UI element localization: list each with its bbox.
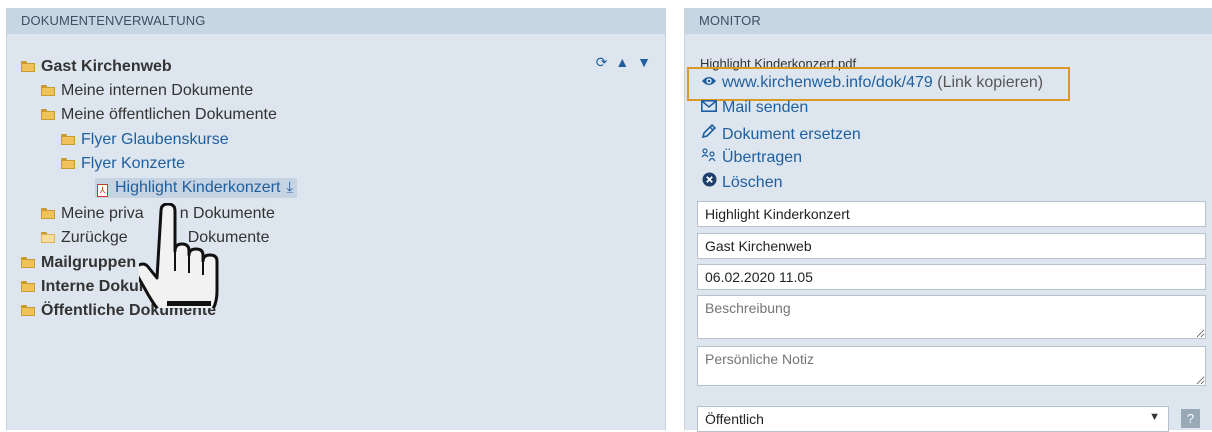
envelope-icon: [700, 99, 718, 117]
hand-pointer-icon: [139, 203, 219, 308]
download-icon[interactable]: ⤓: [286, 179, 293, 196]
move-down-icon[interactable]: ▼: [637, 54, 651, 70]
pdf-file-icon: ⅄: [97, 184, 108, 197]
panel-title: DOKUMENTENVERWALTUNG: [7, 8, 665, 34]
chevron-down-icon: ▼: [1149, 411, 1160, 423]
visibility-select[interactable]: Öffentlich ▼: [697, 406, 1169, 432]
monitor-panel: MONITOR Highlight Kinderkonzert.pdf www.…: [684, 8, 1212, 432]
folder-icon: [61, 134, 75, 145]
tree-item-flyer-glaubenskurse[interactable]: Flyer Glaubenskurse: [61, 131, 229, 149]
tree-item-public[interactable]: Meine öffentlichen Dokumente: [41, 106, 277, 124]
folder-icon: [21, 281, 35, 292]
folder-icon: [21, 61, 35, 72]
document-link[interactable]: www.kirchenweb.info/dok/479: [722, 74, 933, 91]
date-field[interactable]: [697, 264, 1206, 290]
mail-send-action[interactable]: Mail senden: [700, 99, 808, 117]
folder-icon: [21, 257, 35, 268]
delete-circle-icon: [700, 172, 718, 192]
replace-document-action[interactable]: Dokument ersetzen: [700, 123, 861, 144]
folder-icon: [41, 85, 55, 96]
eye-icon: [700, 74, 718, 92]
refresh-icon[interactable]: ⟳: [596, 54, 608, 70]
folder-icon: [21, 305, 35, 316]
document-manager-panel: DOKUMENTENVERWALTUNG ⟳ ▲ ▼ Gast Kirchenw…: [6, 8, 666, 430]
tree-item-internal-docs[interactable]: Interne Dokum: [21, 278, 153, 296]
pencil-icon: [700, 123, 718, 144]
document-link-row: www.kirchenweb.info/dok/479 (Link kopier…: [700, 74, 1043, 92]
panel-title: MONITOR: [685, 8, 1212, 34]
copy-link-button[interactable]: (Link kopieren): [937, 74, 1043, 91]
tree-item-mailgroups[interactable]: Mailgruppen: [21, 254, 136, 272]
tree-item-selected-pdf[interactable]: ⅄ Highlight Kinderkonzert ⤓: [95, 178, 298, 198]
tree-item-flyer-konzerte[interactable]: Flyer Konzerte: [61, 155, 185, 173]
tree-item-gast-kirchenweb[interactable]: Gast Kirchenweb: [21, 58, 172, 76]
folder-icon: [41, 232, 55, 243]
description-field[interactable]: [697, 295, 1206, 339]
help-button[interactable]: ?: [1181, 409, 1200, 428]
transfer-action[interactable]: Übertragen: [700, 148, 802, 167]
tree-item-internal[interactable]: Meine internen Dokumente: [41, 82, 253, 100]
move-up-icon[interactable]: ▲: [615, 54, 629, 70]
delete-action[interactable]: Löschen: [700, 172, 783, 192]
personal-note-field[interactable]: [697, 346, 1206, 386]
folder-icon: [41, 208, 55, 219]
folder-icon: [41, 109, 55, 120]
tree-toolbar: ⟳ ▲ ▼: [592, 54, 651, 71]
document-title-field[interactable]: [697, 201, 1206, 227]
owner-field[interactable]: [697, 233, 1206, 259]
transfer-users-icon: [700, 148, 718, 167]
folder-icon: [61, 158, 75, 169]
